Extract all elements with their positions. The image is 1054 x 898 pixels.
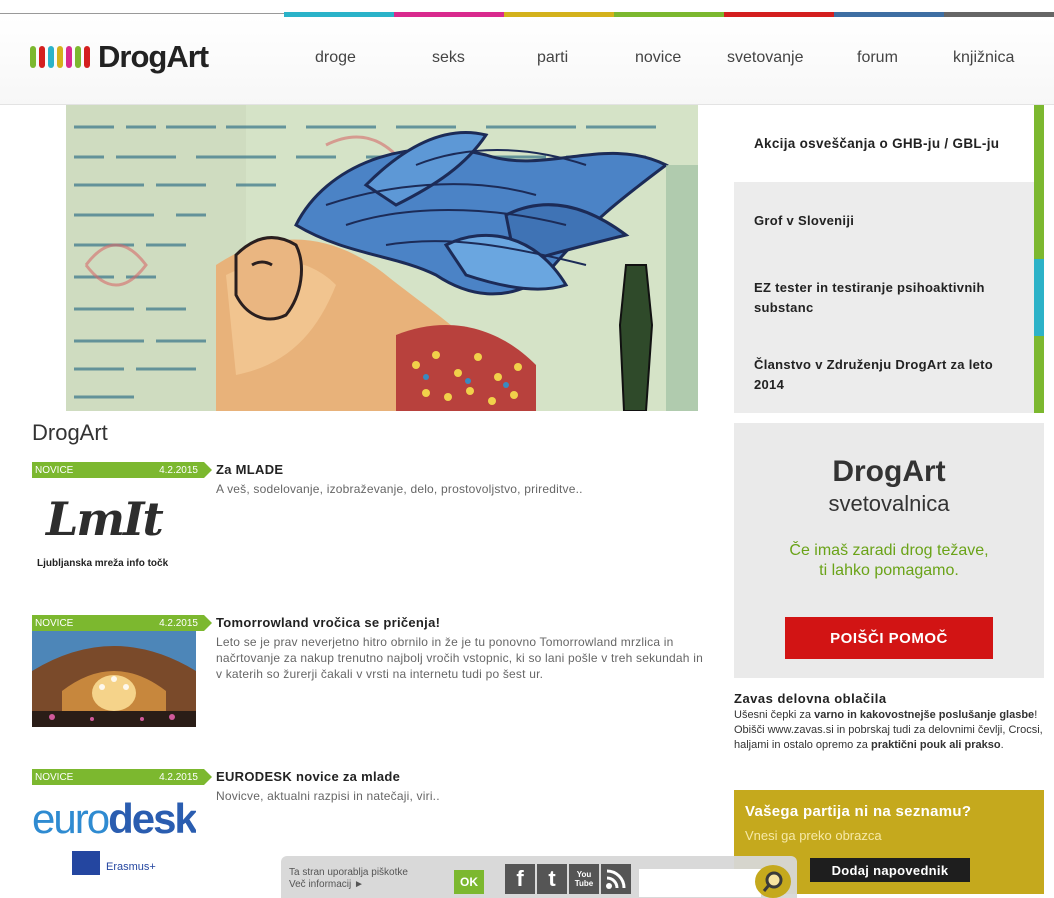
facebook-icon[interactable]: f xyxy=(505,864,535,894)
nav-item-seks[interactable]: seks xyxy=(417,49,527,67)
ad-text: Ušesni čepki za varno in kakovostnejše p… xyxy=(734,709,1043,751)
featured-item[interactable]: Članstvo v Združenju DrogArt za leto 201… xyxy=(734,336,1044,413)
news-date: 4.2.2015 xyxy=(159,464,198,476)
news-title[interactable]: Za MLADE xyxy=(216,462,283,477)
eu-flag-icon xyxy=(72,851,100,875)
counseling-box: DrogArt svetovalnica Če imaš zaradi drog… xyxy=(734,423,1044,678)
hero-illustration[interactable] xyxy=(66,105,698,411)
logo[interactable]: DrogArt xyxy=(30,39,209,75)
cookie-ok-button[interactable]: OK xyxy=(454,870,484,894)
bottom-toolbar: Ta stran uporablja piškotke Več informac… xyxy=(281,856,797,898)
news-thumbnail[interactable]: LmIt Ljubljanska mreža info točk NOVICE … xyxy=(32,462,212,574)
search-icon xyxy=(762,871,783,892)
youtube-icon[interactable]: You Tube xyxy=(569,864,599,894)
thumb-caption: Ljubljanska mreža info točk xyxy=(37,558,169,569)
nav-item-novice[interactable]: novice xyxy=(629,49,721,67)
nav-item-forum[interactable]: forum xyxy=(853,49,949,67)
ad-title[interactable]: Zavas delovna oblačila xyxy=(734,691,1044,706)
advertisement: Zavas delovna oblačila Ušesni čepki za v… xyxy=(734,691,1044,753)
page-title: DrogArt xyxy=(32,420,108,445)
counseling-subtitle: svetovalnica xyxy=(828,491,950,516)
eurodesk-logo-image: eurodesk Erasmus+ xyxy=(32,785,196,881)
eurodesk-logo: eurodesk xyxy=(32,795,196,842)
news-tag: NOVICE 4.2.2015 xyxy=(32,462,212,478)
find-help-button[interactable]: POIŠČI POMOČ xyxy=(785,617,993,659)
news-title[interactable]: EURODESK novice za mlade xyxy=(216,769,400,784)
nav-item-parti[interactable]: parti xyxy=(527,49,629,67)
logo-text: DrogArt xyxy=(98,39,209,74)
erasmus-label: Erasmus+ xyxy=(106,861,156,873)
lmit-logo-image: LmIt Ljubljanska mreža info točk xyxy=(32,478,196,574)
twitter-icon[interactable]: t xyxy=(537,864,567,894)
suggest-link[interactable]: Vnesi ga preko obrazca xyxy=(745,828,882,843)
news-tag: NOVICE 4.2.2015 xyxy=(32,769,212,785)
news-thumbnail[interactable]: NOVICE 4.2.2015 xyxy=(32,615,212,727)
news-excerpt: Novicve, aktualni razpisi in natečaji, v… xyxy=(216,789,440,803)
rss-icon[interactable] xyxy=(601,864,631,894)
suggest-title: Vašega partija ni na seznamu? xyxy=(745,803,972,820)
news-category: NOVICE xyxy=(35,771,74,783)
news-thumbnail[interactable]: eurodesk Erasmus+ NOVICE 4.2.2015 xyxy=(32,769,212,881)
nav-item-svetovanje[interactable]: svetovanje xyxy=(721,49,853,67)
news-item: LmIt Ljubljanska mreža info točk NOVICE … xyxy=(32,462,712,582)
featured-list: Akcija osveščanja o GHB-ju / GBL-ju Grof… xyxy=(734,105,1044,413)
logo-bars-icon xyxy=(30,46,90,68)
search-button[interactable] xyxy=(755,865,791,898)
search-input[interactable] xyxy=(639,869,761,897)
counseling-text: Če imaš zaradi drog težave, ti lahko pom… xyxy=(789,542,989,579)
featured-item[interactable]: EZ tester in testiranje psihoaktivnih su… xyxy=(734,259,1044,336)
nav-item-droge[interactable]: droge xyxy=(300,49,417,67)
cookie-more-info-link[interactable]: Več informacij ► xyxy=(289,879,408,891)
tomorrowland-stage-image xyxy=(32,631,196,727)
main-nav: droge seks parti novice svetovanje forum… xyxy=(300,49,1039,67)
counseling-title: DrogArt xyxy=(832,455,946,488)
news-excerpt: A veš, sodelovanje, izobraževanje, delo,… xyxy=(216,482,583,496)
add-event-button[interactable]: Dodaj napovednik xyxy=(810,858,970,882)
news-date: 4.2.2015 xyxy=(159,617,198,629)
news-category: NOVICE xyxy=(35,464,74,476)
news-excerpt: Leto se je prav neverjetno hitro obrnilo… xyxy=(216,635,703,681)
news-date: 4.2.2015 xyxy=(159,771,198,783)
news-item: NOVICE 4.2.2015 Tomorrowland vročica se … xyxy=(32,615,712,735)
news-tag: NOVICE 4.2.2015 xyxy=(32,615,212,631)
featured-item[interactable]: Akcija osveščanja o GHB-ju / GBL-ju xyxy=(734,105,1044,182)
nav-item-knjiznica[interactable]: knjižnica xyxy=(949,49,1039,67)
lmit-logo-text: LmIt xyxy=(46,492,164,546)
news-title[interactable]: Tomorrowland vročica se pričenja! xyxy=(216,615,440,630)
news-category: NOVICE xyxy=(35,617,74,629)
cookie-notice: Ta stran uporablja piškotke Več informac… xyxy=(289,867,408,891)
header: DrogArt droge seks parti novice svetovan… xyxy=(0,17,1054,105)
featured-item[interactable]: Grof v Sloveniji xyxy=(734,182,1044,259)
